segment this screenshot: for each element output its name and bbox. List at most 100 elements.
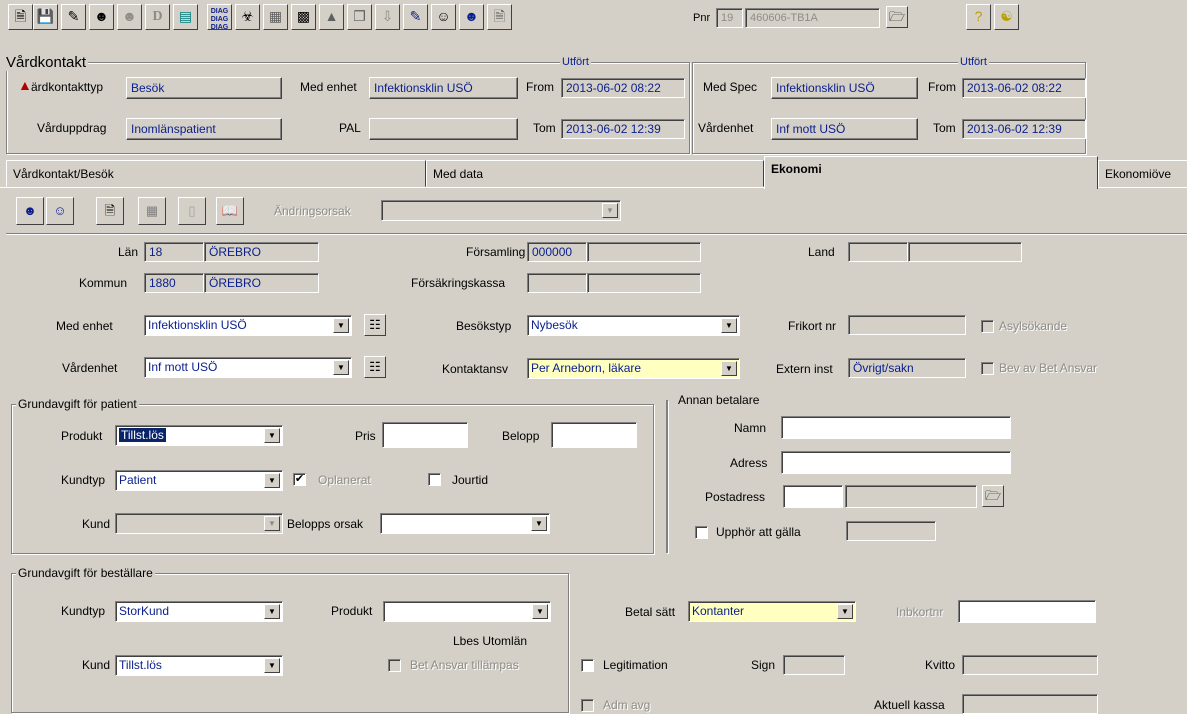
jourtid-checkbox[interactable] (428, 473, 441, 486)
question-icon[interactable]: ? (966, 4, 991, 30)
chevron-down-icon[interactable]: ▼ (721, 318, 737, 333)
upphor-date-field[interactable] (846, 521, 936, 541)
legitimation-checkbox[interactable] (581, 659, 594, 672)
chevron-down-icon[interactable]: ▼ (333, 360, 349, 375)
adm-avg-checkbox[interactable] (581, 699, 594, 712)
smiley-icon[interactable]: ☻ (459, 4, 484, 30)
monitor-icon[interactable]: ▤ (173, 4, 198, 30)
person-icon[interactable]: ☻ (89, 4, 114, 30)
oplanerat-checkbox[interactable]: ✔ (293, 473, 306, 486)
land-code-field[interactable] (848, 242, 908, 262)
betal-satt-select[interactable]: Kontanter ▼ (688, 601, 856, 622)
from2-field[interactable]: 2013-06-02 08:22 (962, 78, 1086, 98)
namn-field[interactable] (781, 416, 1011, 439)
folder-open-icon[interactable]: 🗁 (886, 6, 908, 28)
vardupdrag-field[interactable]: Inomlänspatient (126, 118, 282, 140)
produkt-select[interactable]: Tillst.lös ▼ (115, 425, 283, 446)
tab-ekonomioversikt[interactable]: Ekonomiöve (1098, 160, 1187, 187)
person-search-icon[interactable]: ☻ (16, 197, 44, 225)
best-kundtyp-select[interactable]: StorKund ▼ (115, 601, 283, 622)
best-produkt-select[interactable]: ▼ (383, 601, 551, 622)
pal-field[interactable] (369, 118, 518, 140)
chevron-down-icon[interactable]: ▼ (264, 658, 280, 673)
best-kund-select[interactable]: Tillst.lös ▼ (115, 655, 283, 676)
chart-icon[interactable]: ▲ (319, 4, 344, 30)
tom-field[interactable]: 2013-06-02 12:39 (561, 119, 685, 139)
drg-icon[interactable]: D (145, 4, 170, 30)
chevron-down-icon[interactable]: ▼ (532, 604, 548, 619)
pnr-field[interactable]: 460606-TB1A (745, 8, 880, 28)
calculator-icon[interactable]: ▦ (138, 197, 166, 225)
chevron-down-icon[interactable]: ▼ (264, 473, 280, 488)
belopps-orsak-select[interactable]: ▼ (380, 513, 550, 534)
grid-icon[interactable]: ▩ (291, 4, 316, 30)
tab-med-data[interactable]: Med data (426, 160, 764, 187)
chevron-down-icon[interactable]: ▼ (264, 604, 280, 619)
kommun-code-field[interactable]: 1880 (144, 273, 204, 293)
diag-person-icon[interactable]: ☣ (235, 4, 260, 30)
sign-field[interactable] (783, 655, 845, 675)
notepad-icon[interactable]: ✎ (403, 4, 428, 30)
forsakringskassa-code-field[interactable] (527, 273, 587, 293)
copy-icon[interactable]: ❐ (347, 4, 372, 30)
chevron-down-icon[interactable]: ▼ (602, 203, 618, 218)
aktuell-kassa-field[interactable] (962, 694, 1098, 714)
ek-med-enhet-select[interactable]: Infektionsklin USÖ ▼ (144, 315, 352, 336)
land-name-field[interactable] (908, 242, 1022, 262)
chevron-down-icon[interactable]: ▼ (531, 516, 547, 531)
med-spec-field[interactable]: Infektionsklin USÖ (771, 77, 918, 99)
vardkontakttyp-field[interactable]: Besök (126, 77, 282, 99)
document-search-icon[interactable]: 🗎 (487, 4, 512, 30)
adress-field[interactable] (781, 451, 1011, 474)
org-tree-icon[interactable]: ☷ (364, 356, 386, 378)
postort-field[interactable] (845, 485, 977, 508)
person-disabled-icon[interactable]: ☻ (117, 4, 142, 30)
chevron-down-icon[interactable]: ▼ (264, 428, 280, 443)
chevron-down-icon[interactable]: ▼ (721, 361, 737, 376)
lan-name-field[interactable]: ÖREBRO (204, 242, 319, 262)
besokstyp-select[interactable]: Nybesök ▼ (527, 315, 740, 336)
belopp-field[interactable] (551, 422, 637, 448)
save-icon[interactable]: 💾 (33, 4, 58, 30)
edit-icon[interactable]: ✎ (61, 4, 86, 30)
new-record-icon[interactable]: 🗎 (96, 197, 124, 225)
person-edit-icon[interactable]: ☺ (46, 197, 74, 225)
arrow-down-icon[interactable]: ⇩ (375, 4, 400, 30)
org-tree-icon[interactable]: ☷ (364, 314, 386, 336)
ek-vardenhet-select[interactable]: Inf mott USÖ ▼ (144, 357, 352, 378)
chevron-down-icon[interactable]: ▼ (333, 318, 349, 333)
from-field[interactable]: 2013-06-02 08:22 (561, 78, 685, 98)
bet-ansvar-checkbox[interactable] (388, 659, 401, 672)
lan-code-field[interactable]: 18 (144, 242, 204, 262)
forsamling-code-field[interactable]: 000000 (527, 242, 587, 262)
postnummer-field[interactable] (783, 485, 843, 508)
tab-ekonomi[interactable]: Ekonomi (764, 156, 1098, 189)
tab-vardkontakt-besok[interactable]: Vårdkontakt/Besök (6, 160, 426, 187)
chevron-down-icon[interactable]: ▼ (837, 604, 853, 619)
kontaktansv-select[interactable]: Per Arneborn, läkare ▼ (527, 358, 740, 379)
chevron-down-icon[interactable]: ▼ (264, 516, 280, 531)
card-icon[interactable]: ▦ (263, 4, 288, 30)
tom2-field[interactable]: 2013-06-02 12:39 (962, 119, 1086, 139)
forsamling-name-field[interactable] (587, 242, 701, 262)
andringsorsak-select[interactable]: ▼ (381, 200, 621, 221)
kommun-name-field[interactable]: ÖREBRO (204, 273, 319, 293)
folder-open-icon[interactable]: 🗁 (982, 485, 1004, 507)
pnr-prefix-field[interactable]: 19 (716, 8, 743, 28)
kvitto-field[interactable] (962, 655, 1098, 675)
pris-field[interactable] (382, 422, 468, 448)
extern-inst-field[interactable]: Övrigt/sakn (848, 358, 966, 378)
diag-icon[interactable]: DIAG DIAG DIAG (207, 4, 232, 31)
book-icon[interactable]: 📖 (216, 197, 244, 225)
handshake-icon[interactable]: ☯ (994, 4, 1019, 30)
inbkortnr-field[interactable] (958, 600, 1096, 623)
bev-bet-ansvar-checkbox[interactable] (981, 362, 994, 375)
kund-select[interactable]: ▼ (115, 513, 283, 534)
upphor-checkbox[interactable] (695, 526, 708, 539)
face-icon[interactable]: ☺ (431, 4, 456, 30)
new-document-icon[interactable]: 🗎 (8, 4, 33, 30)
forsakringskassa-name-field[interactable] (587, 273, 701, 293)
med-enhet-field[interactable]: Infektionsklin USÖ (369, 77, 518, 99)
frikort-field[interactable] (848, 315, 966, 335)
asylsokande-checkbox[interactable] (981, 320, 994, 333)
